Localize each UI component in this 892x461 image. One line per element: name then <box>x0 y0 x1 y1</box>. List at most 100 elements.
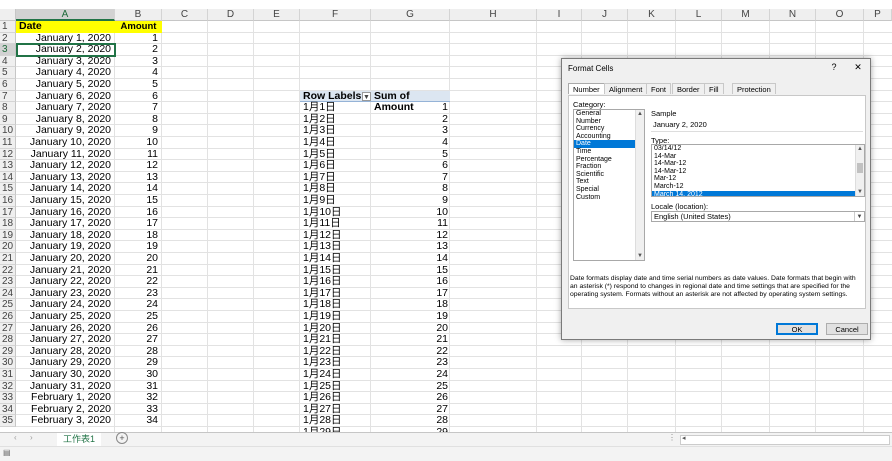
cancel-button[interactable]: Cancel <box>826 323 868 335</box>
category-item-general[interactable]: General <box>574 110 635 118</box>
category-item-scientific[interactable]: Scientific <box>574 171 635 179</box>
category-scrollbar[interactable]: ▲ ▼ <box>635 110 644 260</box>
row-header[interactable]: 24 <box>0 287 16 300</box>
amount-cell[interactable]: 15 <box>115 194 158 207</box>
row-header[interactable]: 31 <box>0 369 16 381</box>
row-header[interactable]: 2 <box>0 32 16 45</box>
splitter-icon[interactable]: ⋮ <box>668 433 676 442</box>
row-header[interactable]: 13 <box>0 160 16 172</box>
amount-cell[interactable]: 25 <box>115 310 158 323</box>
row-header[interactable]: 15 <box>0 183 16 195</box>
type-scrollbar[interactable]: ▲ ▼ <box>855 145 864 196</box>
chevron-down-icon[interactable]: ▼ <box>854 212 864 221</box>
row-header[interactable]: 34 <box>0 403 16 416</box>
amount-cell[interactable]: 20 <box>115 252 158 265</box>
type-item[interactable]: Mar-12 <box>652 175 855 183</box>
row-header[interactable]: 23 <box>0 276 16 288</box>
pivot-row-label[interactable]: 1月19日 <box>303 310 368 323</box>
row-header[interactable]: 14 <box>0 171 16 184</box>
row-header[interactable]: 27 <box>0 322 16 335</box>
amount-header-cell[interactable]: Amount <box>115 21 162 33</box>
type-scroll-down-icon[interactable]: ▼ <box>856 188 864 196</box>
row-header[interactable]: 35 <box>0 415 16 427</box>
type-item[interactable]: 03/14/12 <box>652 145 855 153</box>
pivot-value[interactable]: 6 <box>371 160 448 172</box>
row-header[interactable]: 30 <box>0 357 16 369</box>
category-item-percentage[interactable]: Percentage <box>574 156 635 164</box>
category-list[interactable]: ▲ ▼ General Number Currency Accounting Date T… <box>573 109 645 261</box>
type-item[interactable]: 14-Mar <box>652 153 855 161</box>
scroll-down-icon[interactable]: ▼ <box>636 252 644 260</box>
date-cell[interactable]: January 5, 2020 <box>16 78 111 91</box>
row-header[interactable]: 9 <box>0 113 16 126</box>
row-header[interactable]: 6 <box>0 79 16 91</box>
type-list[interactable]: ▲ ▼ 03/14/12 14-Mar 14-Mar-12 14-Mar-12 Mar-… <box>651 144 865 197</box>
column-header-d[interactable]: D <box>208 9 254 21</box>
tab-alignment[interactable]: Alignment <box>604 83 648 94</box>
tab-number[interactable]: Number <box>568 83 605 94</box>
column-header-e[interactable]: E <box>254 9 300 21</box>
type-item[interactable]: March 14, 2012 <box>652 190 855 196</box>
row-header[interactable]: 21 <box>0 253 16 265</box>
type-item[interactable]: 14-Mar-12 <box>652 168 855 176</box>
column-header-n[interactable]: N <box>770 9 816 21</box>
pivot-row-label[interactable]: 1月9日 <box>303 194 368 207</box>
row-header[interactable]: 7 <box>0 90 16 103</box>
locale-select[interactable]: English (United States) ▼ <box>651 211 865 222</box>
row-header[interactable]: 33 <box>0 392 16 404</box>
row-header[interactable]: 28 <box>0 334 16 346</box>
column-header-o[interactable]: O <box>816 9 864 21</box>
pivot-value[interactable]: 9 <box>371 194 448 207</box>
pivot-value[interactable]: 14 <box>371 252 448 265</box>
pivot-value[interactable]: 24 <box>371 368 448 381</box>
row-header[interactable]: 8 <box>0 102 16 114</box>
row-header[interactable]: 5 <box>0 67 16 79</box>
date-cell[interactable]: January 25, 2020 <box>16 310 111 323</box>
category-item-special[interactable]: Special <box>574 186 635 194</box>
category-item-number[interactable]: Number <box>574 118 635 126</box>
row-header[interactable]: 16 <box>0 195 16 207</box>
row-header[interactable]: 25 <box>0 299 16 311</box>
pivot-value[interactable]: 3 <box>371 125 448 137</box>
type-scroll-thumb[interactable] <box>857 163 863 173</box>
row-header[interactable]: 10 <box>0 125 16 137</box>
date-cell[interactable]: January 10, 2020 <box>16 136 111 149</box>
tab-protection[interactable]: Protection <box>732 83 776 94</box>
row-header[interactable]: 32 <box>0 380 16 393</box>
add-sheet-icon[interactable]: + <box>116 432 128 444</box>
amount-cell[interactable]: 10 <box>115 136 158 149</box>
column-header-j[interactable]: J <box>582 9 628 21</box>
pivot-value[interactable]: 7 <box>371 171 448 184</box>
row-header[interactable]: 11 <box>0 137 16 149</box>
select-all-corner[interactable] <box>0 9 16 21</box>
pivot-value[interactable]: 19 <box>371 310 448 323</box>
pivot-value[interactable]: 5 <box>371 148 448 161</box>
pivot-row-label[interactable]: 1月14日 <box>303 252 368 265</box>
row-header[interactable]: 22 <box>0 264 16 277</box>
date-cell[interactable]: January 20, 2020 <box>16 252 111 265</box>
row-header[interactable]: 17 <box>0 206 16 219</box>
pivot-value[interactable]: 4 <box>371 136 448 149</box>
category-item-custom[interactable]: Custom <box>574 194 635 202</box>
category-item-text[interactable]: Text <box>574 178 635 186</box>
column-header-l[interactable]: L <box>676 9 722 21</box>
row-header[interactable]: 3 <box>0 44 16 56</box>
category-item-time[interactable]: Time <box>574 148 635 156</box>
column-header-i[interactable]: I <box>537 9 582 21</box>
category-item-currency[interactable]: Currency <box>574 125 635 133</box>
amount-cell[interactable]: 30 <box>115 368 158 381</box>
tab-font[interactable]: Font <box>646 83 672 94</box>
type-item[interactable]: March-12 <box>652 183 855 191</box>
row-header[interactable]: 20 <box>0 241 16 253</box>
date-cell[interactable]: January 15, 2020 <box>16 194 111 207</box>
ok-button[interactable]: OK <box>776 323 818 335</box>
tab-border[interactable]: Border <box>672 83 705 94</box>
date-cell[interactable]: February 3, 2020 <box>16 415 111 427</box>
category-item-date[interactable]: Date <box>574 140 635 148</box>
scroll-arrow-left-icon[interactable]: ◂ <box>682 434 686 442</box>
row-header[interactable]: 26 <box>0 311 16 323</box>
pivot-value[interactable]: 2 <box>371 113 448 126</box>
row-header[interactable]: 19 <box>0 229 16 242</box>
close-icon[interactable]: ✕ <box>850 61 866 73</box>
macro-record-icon[interactable]: ▤ <box>3 448 11 457</box>
